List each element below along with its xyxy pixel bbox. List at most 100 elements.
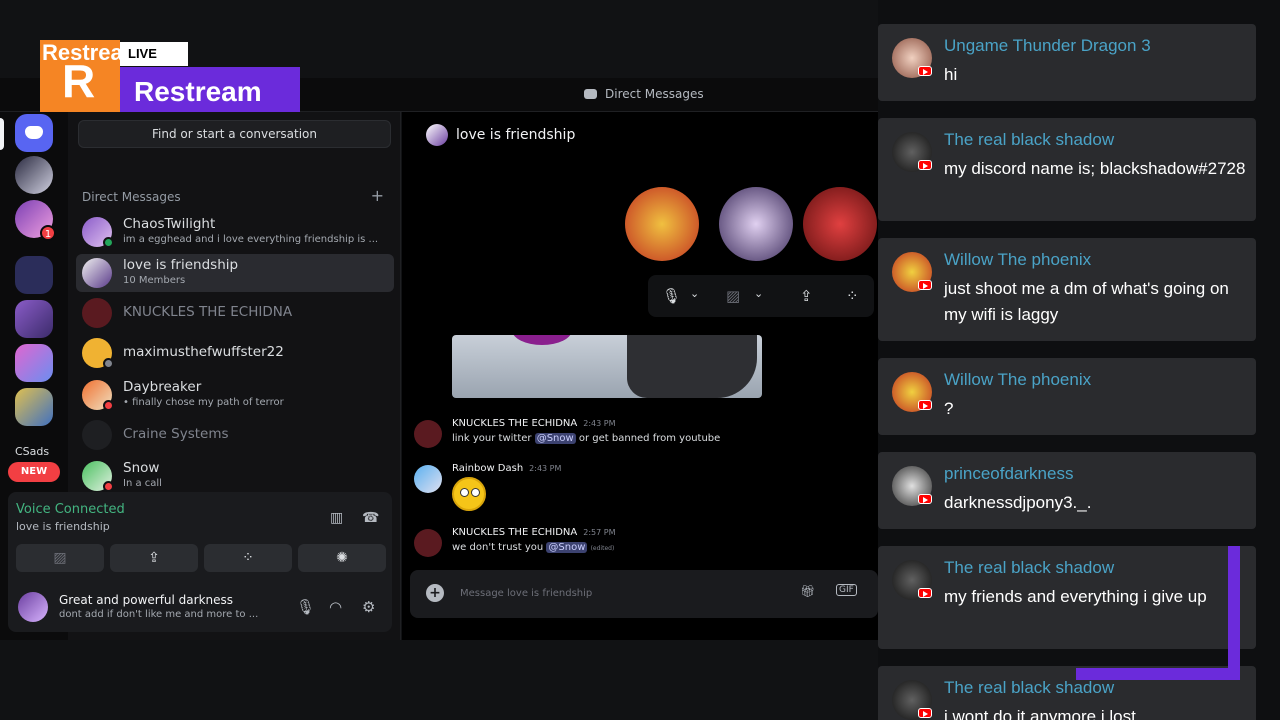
group-icon — [426, 124, 448, 146]
youtube-icon — [918, 588, 932, 598]
message-author[interactable]: KNUCKLES THE ECHIDNA 2:57 PM — [452, 527, 615, 538]
activities-icon[interactable]: ⁘ — [846, 287, 859, 305]
call-participant-avatar[interactable] — [803, 187, 877, 261]
chat-text: my discord name is; blackshadow#2728 — [944, 159, 1246, 178]
dm-item-maximusthefwuffster22[interactable]: maximusthefwuffster22 — [76, 334, 394, 372]
screen-share-icon[interactable]: ⇪ — [800, 287, 813, 305]
search-input[interactable]: Find or start a conversation — [78, 120, 391, 148]
selected-server-indicator — [0, 118, 4, 150]
add-dm-button[interactable]: + — [371, 186, 384, 205]
overlay-chat-message: Willow The phoenix just shoot me a dm of… — [878, 238, 1256, 341]
avatar[interactable] — [414, 529, 442, 557]
call-participant-avatar[interactable] — [625, 187, 699, 261]
chevron-down-icon[interactable]: ⌄ — [754, 287, 763, 300]
dm-item-chaostwilight[interactable]: ChaosTwilight im a egghead and i love ev… — [76, 213, 394, 251]
dm-item-craine-systems[interactable]: Craine Systems — [76, 416, 394, 454]
youtube-icon — [918, 400, 932, 410]
call-participant-avatar[interactable] — [719, 187, 793, 261]
server-avatar[interactable] — [15, 156, 53, 194]
avatar — [82, 258, 112, 288]
add-attachment-icon[interactable]: + — [426, 584, 444, 602]
settings-gear-icon[interactable]: ⚙ — [362, 598, 375, 616]
dnd-status-icon — [103, 481, 114, 492]
message-text: link your twitter @Snow or get banned fr… — [452, 433, 721, 444]
dm-name: ChaosTwilight — [123, 216, 216, 232]
dm-header: Direct Messages — [82, 190, 181, 204]
chat-text: hi — [944, 65, 958, 84]
overlay-chat-message: princeofdarkness darknessdjpony3._. — [878, 452, 1256, 529]
message-text: we don't trust you @Snow (edited) — [452, 542, 615, 553]
window-title: Direct Messages — [584, 87, 704, 101]
avatar[interactable] — [414, 420, 442, 448]
youtube-icon — [918, 280, 932, 290]
camera-off-button[interactable]: ▨ — [16, 544, 104, 572]
direct-messages-icon — [584, 89, 597, 99]
dm-name: Daybreaker — [123, 379, 202, 395]
restream-logo: Restream LIVE R Restream — [40, 40, 300, 120]
live-badge: LIVE — [120, 42, 188, 66]
microphone-icon[interactable]: 🎙︎ — [662, 287, 681, 305]
restream-r-glyph: R — [62, 55, 96, 107]
gif-icon[interactable]: GIF — [836, 584, 857, 596]
chat-text: just shoot me a dm of what's going on my… — [944, 279, 1229, 324]
new-badge[interactable]: NEW — [8, 462, 60, 482]
message-composer[interactable]: + Message love is friendship 🎁︎ GIF — [410, 570, 878, 618]
user-name: Great and powerful darkness — [59, 593, 234, 607]
image-attachment[interactable] — [452, 335, 762, 398]
soundboard-button[interactable]: ✺ — [298, 544, 386, 572]
gift-icon[interactable]: 🎁︎ — [800, 584, 815, 598]
dm-name: Craine Systems — [123, 426, 229, 442]
offline-status-icon — [103, 358, 114, 369]
message-input[interactable]: Message love is friendship — [460, 588, 592, 599]
dnd-status-icon — [103, 400, 114, 411]
voice-channel-name[interactable]: love is friendship — [16, 520, 110, 533]
server-avatar[interactable]: 1 — [15, 200, 56, 241]
chat-author: princeofdarkness — [944, 464, 1074, 483]
dm-item-snow[interactable]: Snow In a call — [76, 457, 394, 495]
user-mention[interactable]: @Snow — [534, 433, 576, 444]
overlay-decoration — [1076, 546, 1240, 680]
activities-button[interactable]: ⁘ — [204, 544, 292, 572]
avatar — [82, 298, 112, 328]
headphones-icon[interactable]: ◠ — [329, 598, 342, 616]
rolling-eyes-emoji-icon — [452, 477, 486, 511]
avatar[interactable] — [414, 465, 442, 493]
online-status-icon — [103, 237, 114, 248]
message-author[interactable]: KNUCKLES THE ECHIDNA 2:43 PM — [452, 418, 615, 429]
camera-off-icon[interactable]: ▨ — [726, 287, 740, 305]
dm-name: maximusthefwuffster22 — [123, 344, 284, 360]
server-avatar[interactable] — [15, 344, 53, 382]
youtube-icon — [918, 66, 932, 76]
chat-text: darknessdjpony3._. — [944, 493, 1092, 512]
message-author[interactable]: Rainbow Dash 2:43 PM — [452, 463, 561, 474]
chevron-down-icon[interactable]: ⌄ — [690, 287, 699, 300]
chat-text: ? — [944, 399, 954, 418]
server-avatar[interactable] — [15, 300, 53, 338]
call-controls: 🎙︎ ⌄ ▨ ⌄ ⇪ ⁘ — [648, 275, 874, 317]
chat-area: love is friendship 🎙︎ ⌄ ▨ ⌄ ⇪ ⁘ KNUCKLES… — [402, 112, 878, 640]
channel-name: love is friendship — [456, 127, 576, 143]
noise-suppression-icon[interactable]: ▥ — [330, 510, 343, 526]
user-status: dont add if don't like me and more to ..… — [59, 609, 259, 620]
folder-icon[interactable] — [15, 256, 53, 294]
dm-item-knuckles[interactable]: KNUCKLES THE ECHIDNA — [76, 294, 394, 332]
chat-author: Ungame Thunder Dragon 3 — [944, 36, 1151, 55]
chat-author: Willow The phoenix — [944, 250, 1092, 269]
overlay-chat-message: Ungame Thunder Dragon 3 hi — [878, 24, 1256, 101]
discord-home-icon[interactable] — [15, 114, 53, 152]
microphone-icon[interactable]: 🎙︎ — [296, 598, 315, 616]
dm-item-love-is-friendship[interactable]: love is friendship 10 Members — [76, 254, 394, 292]
screen-share-button[interactable]: ⇪ — [110, 544, 198, 572]
user-mention[interactable]: @Snow — [546, 542, 588, 553]
server-avatar[interactable] — [15, 388, 53, 426]
user-avatar[interactable] — [18, 592, 48, 622]
edited-label: (edited) — [590, 545, 615, 552]
chat-message: KNUCKLES THE ECHIDNA 2:57 PM we don't tru… — [414, 527, 874, 567]
dm-name: love is friendship — [123, 257, 239, 273]
dm-item-daybreaker[interactable]: Daybreaker • finally chose my path of te… — [76, 376, 394, 414]
dm-status: im a egghead and i love everything frien… — [123, 234, 379, 245]
message-time: 2:57 PM — [583, 528, 616, 537]
disconnect-icon[interactable]: ☎ — [362, 510, 379, 526]
chat-author: The real black shadow — [944, 678, 1115, 697]
chat-text: i wont do it anymore i lost — [944, 707, 1136, 720]
